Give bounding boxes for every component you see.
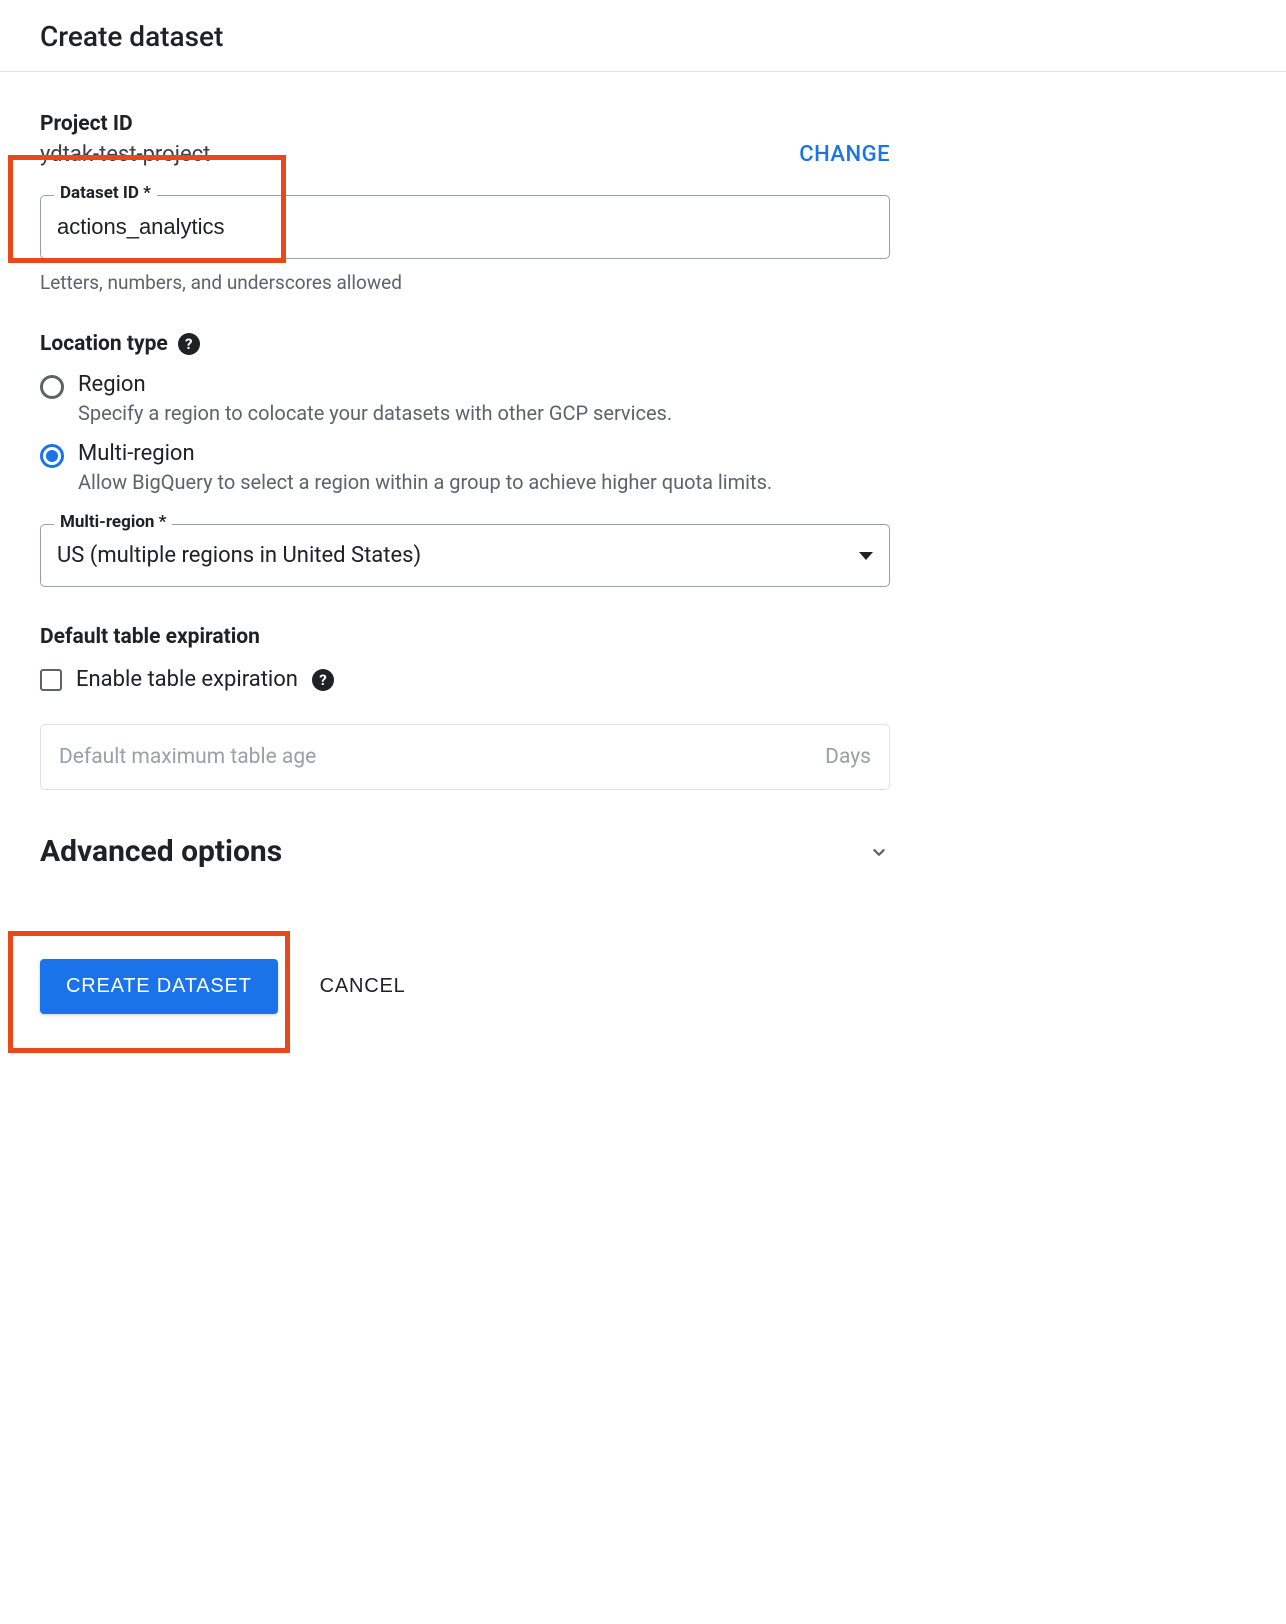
dropdown-caret-icon: [859, 552, 873, 560]
multi-region-label: Multi-region *: [54, 512, 172, 532]
dataset-id-input[interactable]: [40, 195, 890, 259]
chevron-down-icon: [868, 841, 890, 863]
radio-multi-region-label: Multi-region: [78, 441, 772, 466]
multi-region-select[interactable]: US (multiple regions in United States): [40, 524, 890, 587]
page-title: Create dataset: [0, 0, 1286, 71]
dataset-id-helper: Letters, numbers, and underscores allowe…: [40, 271, 890, 294]
location-type-header: Location type: [40, 332, 168, 356]
radio-region-label: Region: [78, 372, 672, 397]
project-id-label: Project ID: [40, 112, 210, 136]
enable-table-expiration-label: Enable table expiration: [76, 667, 298, 692]
radio-region[interactable]: [40, 375, 64, 399]
radio-multi-region[interactable]: [40, 444, 64, 468]
cancel-button[interactable]: CANCEL: [314, 974, 412, 999]
max-table-age-placeholder: Default maximum table age: [59, 745, 316, 769]
advanced-options-label: Advanced options: [40, 834, 282, 869]
max-table-age-unit: Days: [825, 745, 871, 769]
dataset-id-label: Dataset ID *: [54, 183, 157, 203]
dataset-id-field-wrapper: Dataset ID *: [40, 195, 890, 259]
table-expiration-header: Default table expiration: [40, 625, 260, 649]
max-table-age-field: Default maximum table age Days: [40, 724, 890, 790]
change-project-button[interactable]: CHANGE: [799, 142, 890, 167]
multi-region-value: US (multiple regions in United States): [57, 543, 421, 568]
advanced-options-toggle[interactable]: Advanced options: [40, 834, 890, 869]
help-icon[interactable]: ?: [178, 333, 200, 355]
enable-table-expiration-checkbox[interactable]: [40, 669, 62, 691]
help-icon[interactable]: ?: [312, 669, 334, 691]
radio-region-desc: Specify a region to colocate your datase…: [78, 401, 672, 425]
create-dataset-button[interactable]: CREATE DATASET: [40, 959, 278, 1014]
radio-multi-region-desc: Allow BigQuery to select a region within…: [78, 470, 772, 494]
project-id-value: ydtak-test-project: [40, 142, 210, 167]
